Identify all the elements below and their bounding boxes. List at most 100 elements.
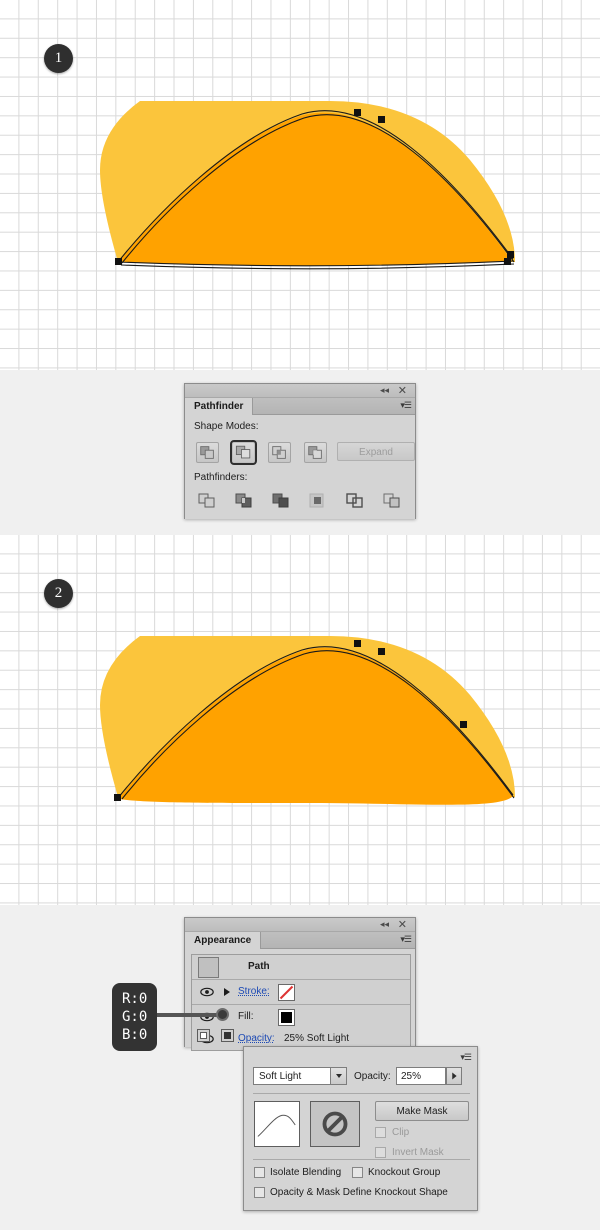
- step-number: 2: [54, 585, 63, 601]
- callout-line-g: G:0: [122, 1009, 148, 1025]
- tab-pathfinder[interactable]: Pathfinder: [185, 398, 254, 415]
- anchor-point[interactable]: [378, 116, 385, 123]
- eye-icon[interactable]: [200, 986, 214, 998]
- pathfinder-merge-button[interactable]: [270, 491, 293, 512]
- close-icon[interactable]: ✕: [398, 919, 407, 931]
- divide-icon: [198, 493, 215, 508]
- anchor-point[interactable]: [115, 258, 122, 265]
- close-icon[interactable]: ✕: [398, 385, 407, 397]
- anchor-point[interactable]: [378, 648, 385, 655]
- transparency-panel-body: ▾☰ Soft Light Opacity: 25% Make Mask Cli…: [244, 1047, 477, 1210]
- artboard-step-2: 2: [0, 535, 600, 905]
- chevron-right-icon[interactable]: [224, 988, 230, 996]
- opacity-label[interactable]: Opacity:: [238, 1033, 275, 1044]
- trim-icon: [235, 493, 252, 508]
- anchor-point[interactable]: [504, 258, 511, 265]
- isolate-blending-label[interactable]: Isolate Blending: [270, 1167, 341, 1178]
- panel-menu-icon[interactable]: ▾☰: [400, 934, 412, 945]
- opacity-input-value: 25%: [401, 1071, 422, 1082]
- appearance-tab-row: Appearance ▾☰: [185, 932, 415, 949]
- opacity-value: 25% Soft Light: [284, 1033, 350, 1044]
- invert-mask-checkbox: [375, 1147, 386, 1158]
- stroke-swatch[interactable]: [278, 984, 295, 1001]
- anchor-point[interactable]: [114, 794, 121, 801]
- knockout-group-label[interactable]: Knockout Group: [368, 1167, 440, 1178]
- callout-line-b: B:0: [122, 1027, 148, 1043]
- pathfinder-panel: ◂◂ ✕ Pathfinder ▾☰ Shape Modes: Expand P…: [184, 383, 416, 519]
- double-chevron-left-icon[interactable]: ◂◂: [380, 919, 389, 931]
- shape-mode-minus-front-button[interactable]: [230, 440, 257, 465]
- artwork-thumbnail[interactable]: [254, 1101, 300, 1147]
- outline-icon: [346, 493, 363, 508]
- rgb-callout: R:0 G:0 B:0: [112, 983, 158, 1051]
- invert-mask-label: Invert Mask: [392, 1147, 444, 1158]
- pathfinder-divide-button[interactable]: [196, 491, 219, 512]
- step-number: 1: [54, 50, 63, 66]
- pathfinder-panel-topbar: ◂◂ ✕: [185, 384, 415, 398]
- divider: [253, 1159, 470, 1160]
- opacity-mask-knockout-checkbox[interactable]: [254, 1187, 265, 1198]
- pathfinders-label: Pathfinders:: [194, 472, 248, 483]
- pathfinder-tab-row: Pathfinder ▾☰: [185, 398, 415, 415]
- new-fill-button[interactable]: [197, 1029, 210, 1042]
- merge-icon: [272, 493, 289, 508]
- opacity-label: Opacity:: [354, 1071, 391, 1082]
- callout-leader-dot: [216, 1008, 229, 1021]
- none-red-slash-icon: [279, 985, 294, 1000]
- intersect-icon: [272, 446, 286, 459]
- clip-label: Clip: [392, 1127, 410, 1138]
- double-chevron-left-icon[interactable]: ◂◂: [380, 385, 389, 397]
- shape-mode-exclude-button[interactable]: [304, 442, 327, 463]
- anchor-point[interactable]: [354, 640, 361, 647]
- pathfinder-minus-back-button[interactable]: [381, 491, 404, 512]
- artboard-step-1: 1: [0, 0, 600, 370]
- appearance-target-row[interactable]: Path: [192, 955, 410, 980]
- anchor-point[interactable]: [354, 109, 361, 116]
- chevron-down-icon[interactable]: [330, 1068, 346, 1084]
- pathfinder-trim-button[interactable]: [233, 491, 256, 512]
- appearance-panel: ◂◂ ✕ Appearance ▾☰ Path Stroke: Fill: Op…: [184, 917, 416, 1051]
- tab-appearance[interactable]: Appearance: [185, 932, 262, 949]
- callout-line-r: R:0: [122, 991, 148, 1007]
- appearance-panel-body: Path Stroke: Fill: Opacity: 25% Soft Lig…: [185, 949, 415, 1051]
- make-mask-button[interactable]: Make Mask: [375, 1101, 469, 1121]
- blend-mode-select[interactable]: Soft Light: [253, 1067, 347, 1085]
- anchor-point[interactable]: [507, 251, 514, 258]
- pathfinder-panel-body: Shape Modes: Expand Pathfinders:: [185, 415, 415, 519]
- pathfinder-outline-button[interactable]: [344, 491, 367, 512]
- blend-mode-value: Soft Light: [259, 1071, 302, 1082]
- knockout-group-checkbox[interactable]: [352, 1167, 363, 1178]
- fill-label[interactable]: Fill:: [238, 1011, 254, 1022]
- appearance-row-stroke[interactable]: Stroke:: [192, 980, 410, 1005]
- unite-icon: [200, 446, 214, 459]
- expand-button[interactable]: Expand: [337, 442, 415, 461]
- shape-mode-intersect-button[interactable]: [268, 442, 291, 463]
- anchor-point[interactable]: [460, 721, 467, 728]
- appearance-target-label: Path: [248, 961, 270, 972]
- step-badge-2: 2: [44, 579, 73, 608]
- stroke-label[interactable]: Stroke:: [238, 986, 270, 997]
- opacity-input[interactable]: 25%: [396, 1067, 446, 1085]
- opacity-stepper-button[interactable]: [446, 1067, 462, 1085]
- shape-modes-label: Shape Modes:: [194, 421, 259, 432]
- isolate-blending-checkbox[interactable]: [254, 1167, 265, 1178]
- transparency-panel: ▾☰ Soft Light Opacity: 25% Make Mask Cli…: [243, 1046, 478, 1211]
- clip-checkbox: [375, 1127, 386, 1138]
- mask-thumbnail[interactable]: [310, 1101, 360, 1147]
- fill-swatch[interactable]: [278, 1009, 295, 1026]
- minus-back-icon: [383, 493, 400, 508]
- opacity-mask-knockout-label[interactable]: Opacity & Mask Define Knockout Shape: [270, 1187, 448, 1198]
- pathfinder-crop-button[interactable]: [307, 491, 330, 512]
- artwork-step-2: [100, 636, 515, 805]
- panel-menu-icon[interactable]: ▾☰: [400, 400, 412, 411]
- duplicate-item-button[interactable]: [221, 1029, 234, 1042]
- curve-thumbnail-icon: [257, 1114, 296, 1137]
- panel-menu-icon[interactable]: ▾☰: [460, 1052, 472, 1063]
- divider: [253, 1093, 470, 1094]
- crop-icon: [309, 493, 324, 508]
- shape-mode-unite-button[interactable]: [196, 442, 219, 463]
- path-thumbnail: [198, 957, 219, 978]
- artwork-step-1: [100, 101, 515, 270]
- minus-front-icon: [235, 445, 251, 459]
- step-badge-1: 1: [44, 44, 73, 73]
